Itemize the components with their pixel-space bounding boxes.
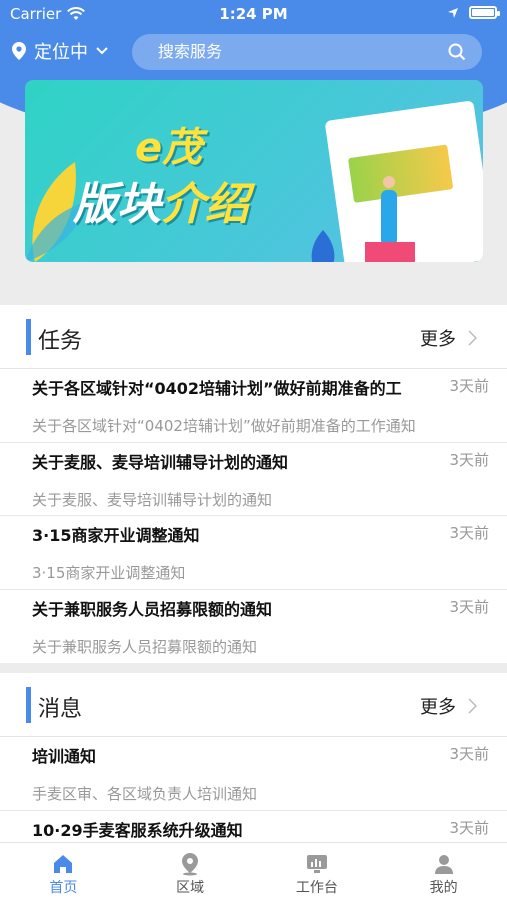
tab-label: 工作台 [295, 880, 338, 896]
tab-label: 首页 [49, 880, 78, 896]
messages-more-link[interactable]: 更多 [420, 693, 477, 719]
location-arrow-icon [448, 7, 458, 18]
tasks-more-link[interactable]: 更多 [420, 325, 477, 351]
location-label: 定位中 [34, 42, 88, 63]
item-title: 培训通知 [32, 747, 97, 766]
item-title: 关于麦服、麦导培训辅导计划的通知 [32, 452, 289, 472]
more-label: 更多 [420, 697, 456, 718]
search-input[interactable]: 搜索服务 [132, 34, 482, 70]
search-icon [448, 43, 466, 61]
banner-title-line2: 版块介绍 [73, 179, 249, 230]
messages-header: 消息 更多 [0, 673, 507, 737]
monitor-chart-icon [306, 855, 327, 873]
location-pin-icon [12, 42, 26, 60]
item-title: 10·29手麦客服系统升级通知 [32, 820, 243, 840]
tasks-section: 任务 更多 关于各区域针对“0402培辅计划”做好前期准备的工作通知 3天前 关… [0, 305, 507, 663]
tab-region[interactable]: 区域 [127, 843, 254, 900]
location-pin-icon [182, 853, 199, 876]
item-time: 3天前 [449, 818, 489, 837]
tab-mine[interactable]: 我的 [380, 843, 507, 900]
promo-banner[interactable]: e茂 版块介绍 [25, 80, 483, 262]
item-title: 3·15商家开业调整通知 [32, 526, 200, 545]
item-time: 3天前 [449, 450, 489, 469]
person-icon [434, 855, 453, 874]
chevron-down-icon [96, 47, 108, 55]
tab-home[interactable]: 首页 [0, 843, 127, 900]
item-time: 3天前 [449, 745, 489, 763]
top-header: 定位中 搜索服务 [0, 34, 507, 72]
item-subtitle: 手麦区审、各区域负责人培训通知 [32, 785, 258, 803]
list-item[interactable]: 关于各区域针对“0402培辅计划”做好前期准备的工作通知 3天前 关于各区域针对… [0, 369, 507, 443]
item-subtitle: 关于各区域针对“0402培辅计划”做好前期准备的工作通知 [32, 417, 416, 435]
section-accent-bar [26, 319, 31, 355]
item-title: 关于各区域针对“0402培辅计划”做好前期准备的工作通知 [32, 379, 402, 398]
banner-title-line1: e茂 [135, 125, 203, 171]
list-item[interactable]: 10·29手麦客服系统升级通知 3天前 [0, 811, 507, 844]
item-subtitle: 关于兼职服务人员招募限额的通知 [32, 637, 258, 656]
messages-title: 消息 [38, 697, 83, 722]
person-illustration [381, 176, 397, 246]
list-item[interactable]: 关于兼职服务人员招募限额的通知 3天前 关于兼职服务人员招募限额的通知 [0, 590, 507, 664]
battery-icon [469, 6, 500, 19]
tab-label: 区域 [176, 880, 205, 896]
clock: 1:24 PM [219, 5, 288, 23]
item-subtitle: 关于麦服、麦导培训辅导计划的通知 [32, 490, 273, 509]
item-time: 3天前 [449, 597, 489, 616]
home-icon [54, 855, 73, 873]
tasks-header: 任务 更多 [0, 305, 507, 369]
status-bar: Carrier 1:24 PM [0, 0, 507, 30]
item-title: 关于兼职服务人员招募限额的通知 [32, 599, 273, 619]
item-time: 3天前 [449, 524, 489, 542]
chevron-right-icon [468, 698, 477, 714]
tab-workbench[interactable]: 工作台 [254, 843, 381, 900]
section-accent-bar [26, 687, 31, 723]
tab-label: 我的 [429, 880, 458, 896]
chevron-right-icon [468, 330, 477, 346]
list-item[interactable]: 培训通知 3天前 手麦区审、各区域负责人培训通知 [0, 737, 507, 811]
more-label: 更多 [420, 329, 456, 350]
tab-bar: 首页 区域 工作台 我的 [0, 842, 507, 900]
pedestal-illustration [365, 242, 415, 262]
search-placeholder: 搜索服务 [158, 42, 223, 61]
list-item[interactable]: 关于麦服、麦导培训辅导计划的通知 3天前 关于麦服、麦导培训辅导计划的通知 [0, 443, 507, 516]
messages-section: 消息 更多 培训通知 3天前 手麦区审、各区域负责人培训通知 10·29手麦客服… [0, 673, 507, 843]
tasks-title: 任务 [38, 329, 83, 354]
item-time: 3天前 [449, 377, 489, 395]
location-selector[interactable]: 定位中 [12, 38, 108, 64]
plant-decoration [311, 230, 335, 262]
phone-mockup [324, 100, 483, 262]
item-subtitle: 3·15商家开业调整通知 [32, 564, 186, 582]
list-item[interactable]: 3·15商家开业调整通知 3天前 3·15商家开业调整通知 [0, 516, 507, 590]
